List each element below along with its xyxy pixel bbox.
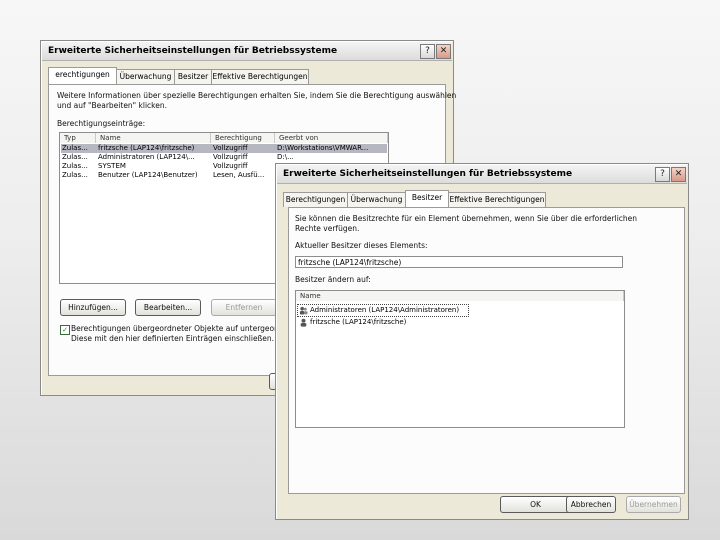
back-info-line2: und auf "Bearbeiten" klicken. [57, 101, 167, 110]
current-owner-field[interactable]: fritzsche (LAP124\fritzsche) [295, 256, 623, 268]
table-cell: Vollzugriff [213, 144, 248, 152]
add-button[interactable]: Hinzufügen... [60, 299, 126, 316]
front-dialog: Erweiterte Sicherheitseinstellungen für … [275, 163, 689, 520]
back-close-button[interactable]: ✕ [436, 44, 451, 59]
ok-button[interactable]: OK [500, 496, 571, 513]
front-tab-auditing[interactable]: Überwachung [347, 192, 406, 207]
current-owner-label: Aktueller Besitzer dieses Elements: [295, 241, 428, 250]
user-icon [300, 318, 307, 327]
apply-button[interactable]: Übernehmen [626, 496, 681, 513]
remove-button[interactable]: Entfernen [211, 299, 277, 316]
list-item[interactable]: fritzsche (LAP124\fritzsche) [298, 317, 468, 328]
col-header-inherited[interactable]: Geerbt von [275, 133, 388, 143]
back-tab-permissions[interactable]: erechtigungen [48, 67, 117, 84]
table-cell: D:\... [277, 153, 294, 161]
table-cell: SYSTEM [98, 162, 126, 170]
back-dialog-title: Erweiterte Sicherheitseinstellungen für … [48, 46, 338, 56]
front-close-button[interactable]: ✕ [671, 167, 686, 182]
table-cell: Zulas... [62, 144, 88, 152]
front-tab-panel: Sie können die Besitzrechte für ein Elem… [288, 207, 685, 494]
front-tab-permissions[interactable]: Berechtigungen [283, 192, 348, 207]
table-cell: Lesen, Ausfü... [213, 171, 265, 179]
back-info-line1: Weitere Informationen über spezielle Ber… [57, 91, 457, 100]
back-tab-auditing[interactable]: Überwachung [116, 69, 175, 84]
front-tab-owner[interactable]: Besitzer [405, 190, 449, 207]
inherit-checkbox[interactable]: ✓ [60, 325, 70, 335]
owner-list[interactable]: Name Administratoren (LAP124\Administrat… [295, 290, 625, 428]
entries-label: Berechtigungseinträge: [57, 119, 146, 128]
edit-button[interactable]: Bearbeiten... [135, 299, 201, 316]
owner-list-header-name[interactable]: Name [296, 291, 624, 301]
front-dialog-title: Erweiterte Sicherheitseinstellungen für … [283, 169, 573, 179]
table-cell: Vollzugriff [213, 153, 248, 161]
inherit-label-line2: Diese mit den hier definierten Einträgen… [71, 334, 275, 343]
owner-name: fritzsche (LAP124\fritzsche) [310, 318, 407, 326]
front-info-line2: Rechte verfügen. [295, 224, 360, 233]
table-cell: Zulas... [62, 162, 88, 170]
table-cell: fritzsche (LAP124\fritzsche) [98, 144, 195, 152]
back-help-button[interactable]: ? [420, 44, 435, 59]
change-owner-label: Besitzer ändern auf: [295, 275, 371, 284]
table-cell: Benutzer (LAP124\Benutzer) [98, 171, 198, 179]
table-cell: Zulas... [62, 153, 88, 161]
table-cell: Zulas... [62, 171, 88, 179]
inherit-label-line1: Berechtigungen übergeordneter Objekte au… [71, 324, 292, 333]
front-help-button[interactable]: ? [655, 167, 670, 182]
front-titlebar[interactable]: Erweiterte Sicherheitseinstellungen für … [277, 165, 687, 184]
owner-name: Administratoren (LAP124\Administratoren) [310, 306, 460, 314]
table-cell: Vollzugriff [213, 162, 248, 170]
front-info-line1: Sie können die Besitzrechte für ein Elem… [295, 214, 638, 223]
front-tab-effective[interactable]: Effektive Berechtigungen [448, 192, 546, 207]
table-cell: D:\Workstations\VMWAR... [277, 144, 369, 152]
list-item[interactable]: Administratoren (LAP124\Administratoren) [297, 304, 469, 317]
col-header-name[interactable]: Name [96, 133, 211, 143]
table-cell: Administratoren (LAP124\... [98, 153, 195, 161]
back-titlebar[interactable]: Erweiterte Sicherheitseinstellungen für … [42, 42, 452, 61]
col-header-type[interactable]: Typ [60, 133, 96, 143]
back-tab-owner[interactable]: Besitzer [174, 69, 212, 84]
back-tab-effective[interactable]: Effektive Berechtigungen [211, 69, 309, 84]
cancel-button[interactable]: Abbrechen [566, 496, 616, 513]
user-group-icon [299, 306, 308, 315]
col-header-permission[interactable]: Berechtigung [211, 133, 275, 143]
